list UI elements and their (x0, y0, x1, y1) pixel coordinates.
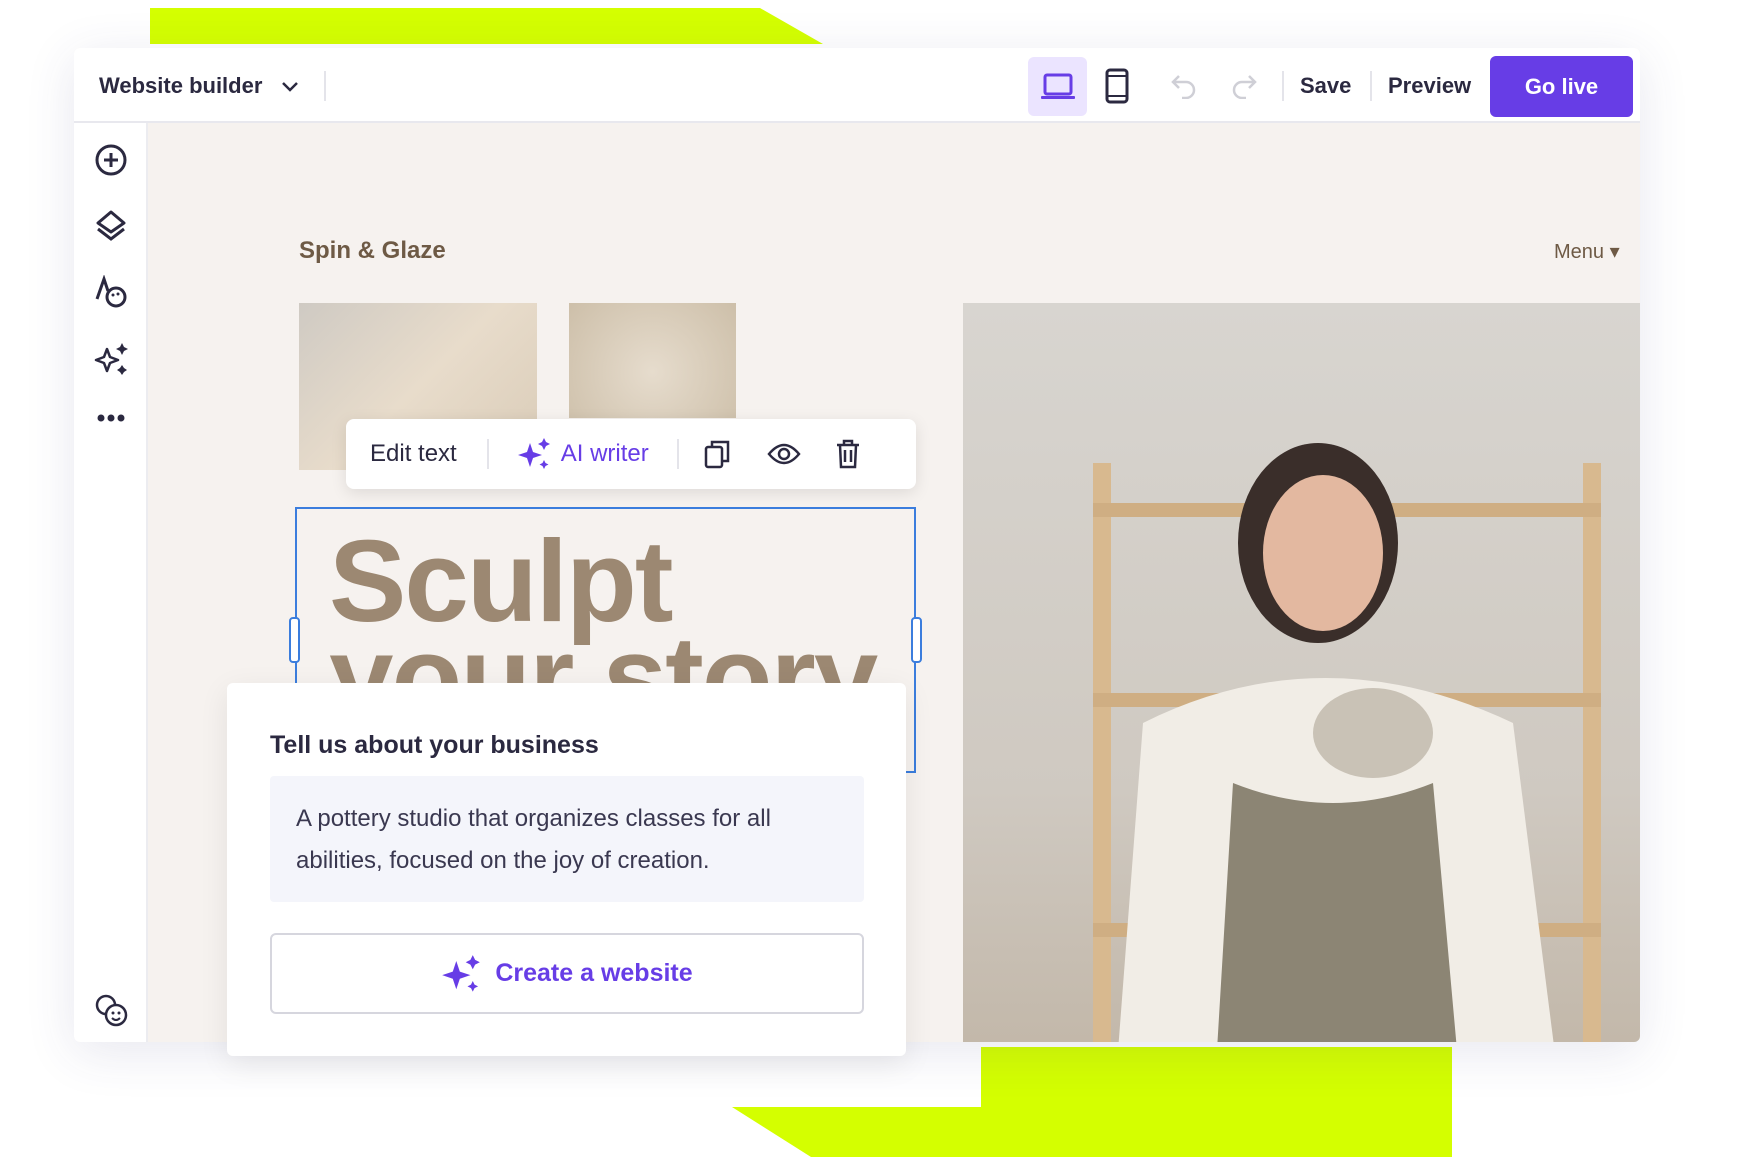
potter-illustration (1093, 443, 1601, 1042)
business-info-card: Tell us about your business A pottery st… (227, 683, 906, 1056)
sparkle-icon (441, 954, 481, 994)
divider (324, 71, 326, 101)
layers-icon[interactable] (94, 209, 128, 243)
preview-button[interactable]: Preview (1388, 73, 1471, 99)
builder-title-dropdown[interactable]: Website builder (99, 73, 299, 99)
divider (1282, 71, 1284, 101)
laptop-icon (1040, 72, 1076, 102)
typography-palette-icon[interactable] (94, 275, 128, 309)
mobile-view-button[interactable] (1104, 68, 1130, 104)
edit-text-button[interactable]: Edit text (370, 440, 457, 468)
ai-sparkle-icon[interactable] (94, 341, 130, 377)
divider (676, 439, 679, 469)
emoji-faces-icon[interactable] (94, 993, 130, 1029)
divider (1370, 71, 1372, 101)
dried-flowers-image[interactable] (569, 303, 736, 418)
site-brand[interactable]: Spin & Glaze (299, 237, 446, 265)
top-toolbar: Website builder Save Preview Go live (74, 48, 1640, 123)
ai-writer-label: AI writer (560, 440, 649, 467)
visibility-eye-icon[interactable] (767, 442, 801, 466)
business-description-input[interactable]: A pottery studio that organizes classes … (270, 776, 864, 902)
create-website-label: Create a website (495, 959, 693, 987)
resize-handle-right[interactable] (911, 617, 922, 663)
chevron-down-icon (281, 81, 299, 93)
desktop-view-button[interactable] (1028, 57, 1087, 116)
divider (486, 439, 489, 469)
delete-trash-icon[interactable] (835, 439, 861, 469)
decorative-lime-shape-top (150, 8, 823, 44)
add-element-icon[interactable] (94, 143, 128, 177)
ai-writer-button[interactable]: AI writer (517, 437, 649, 471)
save-button[interactable]: Save (1300, 73, 1351, 99)
create-website-button[interactable]: Create a website (270, 933, 864, 1014)
left-sidebar (74, 123, 148, 1042)
site-menu[interactable]: Menu ▾ (1554, 239, 1620, 264)
go-live-button[interactable]: Go live (1490, 56, 1633, 117)
duplicate-icon[interactable] (703, 439, 731, 469)
builder-title: Website builder (99, 73, 263, 98)
undo-icon[interactable] (1170, 73, 1198, 99)
text-element-toolbar: Edit text AI writer (346, 419, 916, 489)
sparkle-icon (517, 437, 551, 471)
resize-handle-left[interactable] (289, 617, 300, 663)
potter-video[interactable] (963, 303, 1640, 1042)
more-icon[interactable] (96, 413, 126, 423)
decorative-lime-shape-bottom (732, 1047, 1452, 1157)
card-title: Tell us about your business (270, 731, 599, 759)
redo-icon[interactable] (1230, 73, 1258, 99)
